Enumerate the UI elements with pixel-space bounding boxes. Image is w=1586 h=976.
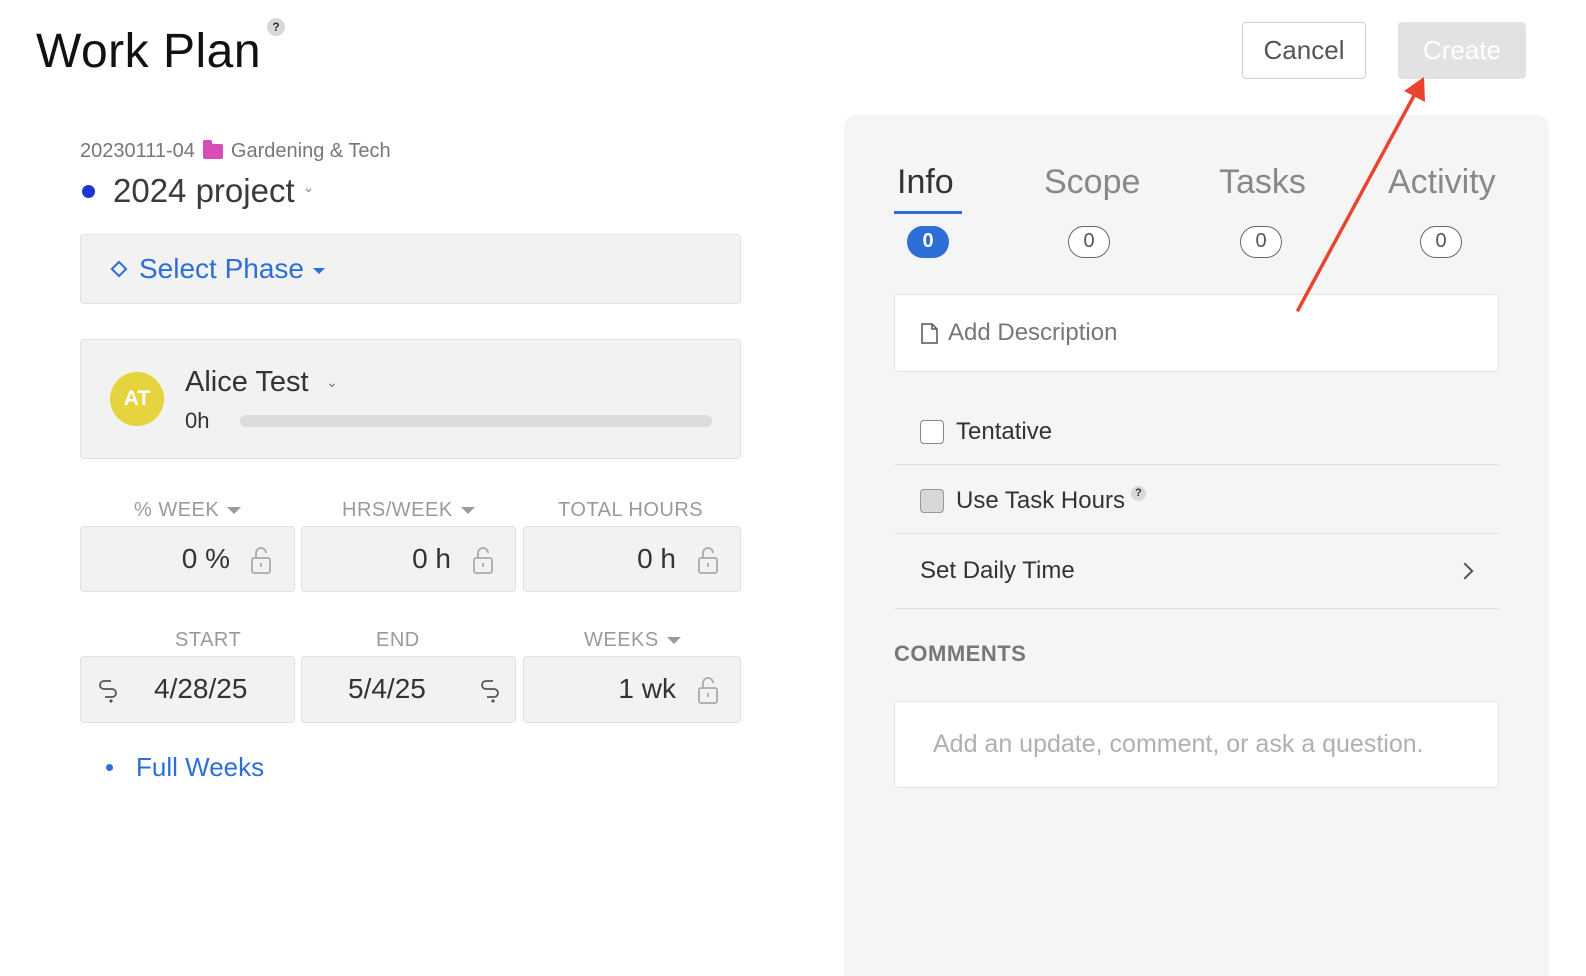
client-name: Gardening & Tech [230, 140, 391, 162]
bullet-icon [106, 764, 113, 771]
start-date-field[interactable]: 4/28/25 [80, 656, 295, 723]
comment-input[interactable] [894, 701, 1499, 788]
tab-info-label: Info [897, 163, 954, 201]
tentative-checkbox[interactable] [920, 420, 944, 444]
project-color-dot [82, 184, 95, 198]
percent-week-label-text: % WEEK [134, 499, 220, 521]
comments-heading: COMMENTS [894, 641, 1027, 666]
add-description-label: Add Description [948, 319, 1118, 346]
percent-week-field[interactable]: 0 % [80, 526, 295, 592]
tab-activity[interactable]: Activity [1388, 163, 1496, 202]
help-icon[interactable]: ? [267, 18, 285, 36]
active-tab-underline [894, 211, 962, 214]
start-label-text: START [175, 629, 242, 651]
percent-week-value: 0 % [181, 543, 230, 574]
tab-scope-label: Scope [1044, 163, 1141, 201]
total-hours-value: 0 h [637, 543, 676, 574]
diamond-icon [110, 260, 128, 278]
tab-activity-label: Activity [1388, 163, 1496, 201]
start-label: START [175, 629, 241, 652]
caret-down-icon [666, 637, 681, 644]
hrs-week-field[interactable]: 0 h [301, 526, 516, 592]
use-task-hours-label: Use Task Hours [956, 487, 1125, 514]
create-button[interactable]: Create [1398, 22, 1526, 79]
full-weeks-option[interactable]: Full Weeks [106, 752, 264, 783]
add-description-field[interactable]: Add Description [894, 294, 1499, 372]
member-card: AT Alice Test ⌄ 0h [80, 339, 741, 459]
total-hours-field[interactable]: 0 h [523, 526, 741, 592]
hrs-week-label-text: HRS/WEEK [342, 499, 453, 521]
folder-icon [202, 140, 223, 159]
total-hours-label-text: TOTAL HOURS [558, 499, 704, 521]
hrs-week-label[interactable]: HRS/WEEK [342, 499, 475, 522]
end-date-value: 5/4/25 [348, 673, 426, 704]
arrow-head [1404, 77, 1425, 102]
document-icon [921, 322, 938, 344]
caret-down-icon [460, 507, 475, 514]
divider [894, 464, 1499, 465]
chevron-down-icon: ⌄ [302, 178, 315, 195]
chevron-down-icon[interactable]: ⌄ [326, 374, 338, 391]
hrs-week-value: 0 h [412, 543, 451, 574]
tab-info[interactable]: Info [897, 163, 954, 202]
percent-week-label[interactable]: % WEEK [134, 499, 242, 522]
link-dates-icon[interactable] [97, 677, 119, 705]
full-weeks-label: Full Weeks [136, 752, 265, 782]
use-task-hours-checkbox[interactable] [920, 489, 944, 513]
end-label-text: END [376, 629, 420, 651]
chevron-right-icon [1456, 562, 1474, 580]
weeks-label[interactable]: WEEKS [584, 629, 681, 652]
tab-scope[interactable]: Scope [1044, 163, 1140, 202]
weeks-value: 1 wk [618, 673, 676, 704]
tab-scope-count: 0 [1068, 226, 1110, 258]
link-dates-icon[interactable] [479, 677, 501, 705]
tab-tasks[interactable]: Tasks [1219, 163, 1306, 202]
set-daily-time-row[interactable]: Set Daily Time [894, 535, 1499, 607]
end-label: END [376, 629, 420, 652]
caret-down-icon [313, 267, 325, 274]
page-title: Work Plan [36, 25, 262, 78]
caret-down-icon [227, 507, 242, 514]
phase-selector[interactable]: Select Phase [80, 234, 741, 304]
unlock-icon[interactable] [249, 545, 273, 575]
tab-info-count: 0 [907, 226, 949, 258]
work-plan-modal: Work Plan ? Cancel Create 20230111-04 Ga… [0, 0, 1586, 976]
cancel-button[interactable]: Cancel [1242, 22, 1366, 79]
set-daily-time-label: Set Daily Time [920, 557, 1075, 584]
end-date-field[interactable]: 5/4/25 [301, 656, 516, 723]
total-hours-label: TOTAL HOURS [558, 499, 703, 522]
project-code: 20230111-04 [80, 140, 195, 162]
tentative-label: Tentative [956, 418, 1053, 445]
divider [894, 533, 1499, 534]
weeks-field[interactable]: 1 wk [523, 656, 741, 723]
member-name[interactable]: Alice Test [185, 366, 309, 399]
tentative-row[interactable]: Tentative [894, 418, 1499, 446]
divider [894, 608, 1499, 609]
member-hours: 0h [185, 408, 210, 433]
project-selector[interactable]: 2024 project ⌄ [82, 172, 314, 210]
start-date-value: 4/28/25 [154, 673, 248, 704]
project-name: 2024 project [113, 172, 295, 209]
tab-activity-count: 0 [1420, 226, 1462, 258]
help-icon[interactable]: ? [1130, 485, 1146, 501]
details-panel: Info 0 Scope 0 Tasks 0 Activity 0 Add De… [844, 115, 1549, 976]
use-task-hours-row[interactable]: Use Task Hours ? [894, 485, 1499, 515]
project-breadcrumb: 20230111-04 Gardening & Tech [80, 140, 391, 163]
member-capacity-bar [240, 415, 712, 427]
tab-tasks-label: Tasks [1219, 163, 1306, 201]
weeks-label-text: WEEKS [584, 629, 659, 651]
tab-tasks-count: 0 [1240, 226, 1282, 258]
unlock-icon[interactable] [696, 675, 720, 705]
select-phase-label: Select Phase [139, 253, 304, 284]
unlock-icon[interactable] [696, 545, 720, 575]
unlock-icon[interactable] [471, 545, 495, 575]
avatar: AT [110, 372, 164, 426]
